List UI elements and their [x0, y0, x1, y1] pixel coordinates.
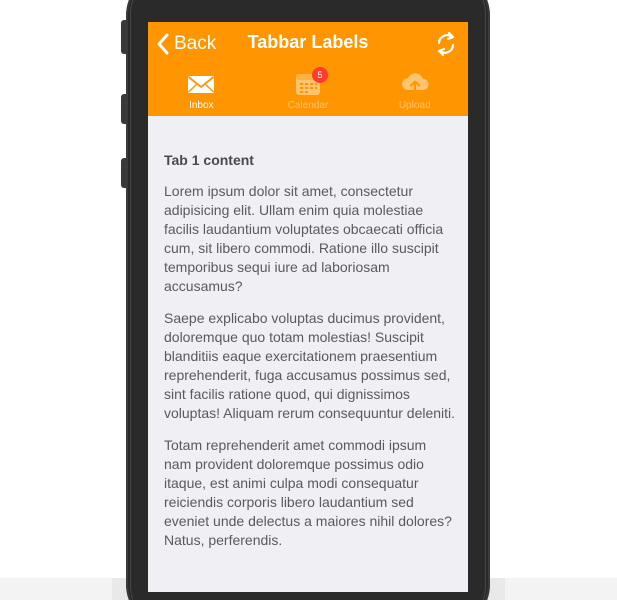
envelope-icon [186, 70, 216, 98]
tab-calendar-label: Calendar [287, 100, 329, 111]
content-paragraph: Totam reprehenderit amet commodi ipsum n… [164, 437, 452, 548]
content-paragraph: Saepe explicabo voluptas ducimus provide… [164, 310, 456, 421]
refresh-icon[interactable] [434, 31, 458, 57]
tab-calendar[interactable]: 5 Calendar [255, 66, 362, 116]
tab-upload-label: Upload [398, 100, 431, 111]
tab-content: Tab 1 content Lorem ipsum dolor sit amet… [164, 152, 456, 563]
tab-upload[interactable]: Upload [361, 66, 468, 116]
navbar: Back Tabbar Labels [148, 22, 468, 66]
tabbar: Inbox 5 Calendar Upload [148, 66, 468, 116]
page-title: Tabbar Labels [247, 32, 369, 52]
calendar-badge: 5 [312, 67, 328, 83]
calendar-icon: 5 [293, 67, 328, 98]
content-heading: Tab 1 content [164, 152, 254, 168]
tab-inbox-label: Inbox [189, 100, 214, 111]
tab-inbox[interactable]: Inbox [148, 66, 255, 116]
cloud-upload-icon [400, 70, 430, 98]
content-paragraph: Lorem ipsum dolor sit amet, consectetur … [164, 183, 444, 294]
